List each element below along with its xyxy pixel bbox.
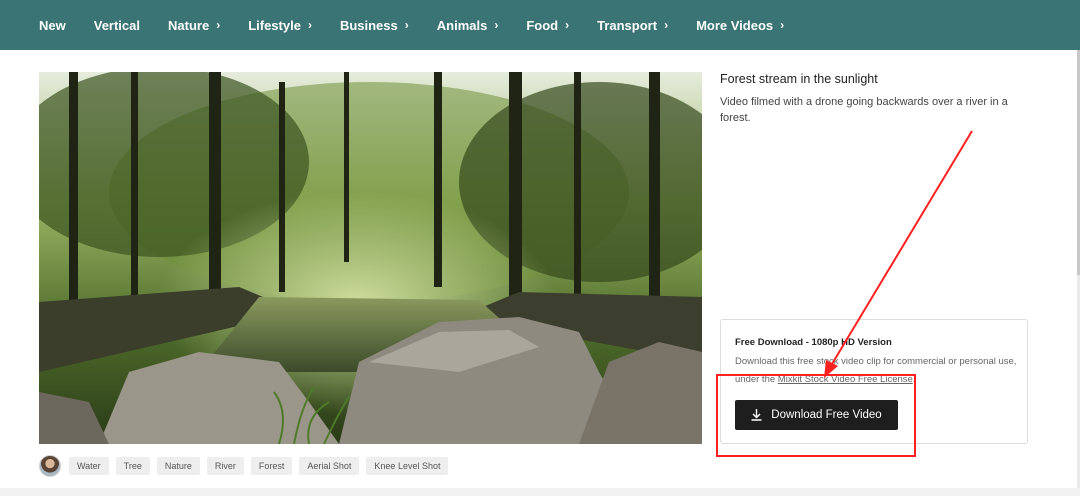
- nav-item-nature[interactable]: Nature ›: [168, 18, 220, 33]
- nav-item-business[interactable]: Business ›: [340, 18, 409, 33]
- tag-tree[interactable]: Tree: [115, 457, 150, 475]
- nav-item-food[interactable]: Food ›: [526, 18, 569, 33]
- nav-item-vertical[interactable]: Vertical: [94, 18, 140, 33]
- download-free-video-button[interactable]: Download Free Video: [735, 400, 898, 430]
- author-avatar[interactable]: [39, 455, 61, 477]
- nav-label: Food: [526, 17, 559, 33]
- nav-item-lifestyle[interactable]: Lifestyle ›: [248, 18, 312, 33]
- nav-item-new[interactable]: New: [39, 18, 66, 33]
- top-navigation: New Vertical Nature › Lifestyle › Business…: [0, 0, 1080, 50]
- video-title: Forest stream in the sunlight: [720, 72, 878, 86]
- download-card-title: Free Download - 1080p HD Version: [735, 337, 892, 348]
- tag-water[interactable]: Water: [69, 457, 109, 475]
- nav-label: Lifestyle: [248, 17, 301, 33]
- nav-item-animals[interactable]: Animals ›: [437, 18, 499, 33]
- nav-item-transport[interactable]: Transport ›: [597, 18, 668, 33]
- nav-label: Business: [339, 17, 398, 33]
- chevron-right-icon: ›: [565, 18, 570, 32]
- nav-label: Nature: [168, 17, 210, 33]
- download-icon: [751, 409, 762, 421]
- license-link[interactable]: Mixkit Stock Video Free License: [778, 374, 913, 385]
- download-card-text: Download this free stock video clip for …: [735, 353, 1017, 389]
- download-card: Free Download - 1080p HD Version Downloa…: [720, 319, 1028, 444]
- nav-label: Vertical: [93, 17, 140, 33]
- tag-river[interactable]: River: [206, 457, 244, 475]
- chevron-right-icon: ›: [780, 18, 785, 32]
- chevron-right-icon: ›: [404, 18, 409, 32]
- chevron-right-icon: ›: [664, 18, 669, 32]
- forest-stream-thumbnail: [39, 72, 702, 444]
- license-text-after: .: [912, 374, 916, 385]
- tag-forest[interactable]: Forest: [250, 457, 293, 475]
- nav-item-more-videos[interactable]: More Videos ›: [696, 18, 784, 33]
- tag-knee-level-shot[interactable]: Knee Level Shot: [366, 457, 449, 475]
- chevron-right-icon: ›: [307, 18, 312, 32]
- tag-aerial-shot[interactable]: Aerial Shot: [299, 457, 360, 475]
- chevron-right-icon: ›: [216, 18, 221, 32]
- tag-nature[interactable]: Nature: [156, 457, 200, 475]
- nav-label: Transport: [597, 17, 658, 33]
- download-button-label: Download Free Video: [771, 409, 882, 421]
- nav-label: New: [39, 17, 66, 33]
- nav-label: More Videos: [696, 17, 774, 33]
- tag-list: Water Tree Nature River Forest Aerial Sh…: [69, 457, 455, 475]
- chevron-right-icon: ›: [494, 18, 499, 32]
- page-bottom-divider: [0, 488, 1080, 496]
- nav-label: Animals: [436, 17, 488, 33]
- video-player[interactable]: [39, 72, 702, 444]
- video-description: Video filmed with a drone going backward…: [720, 96, 1008, 124]
